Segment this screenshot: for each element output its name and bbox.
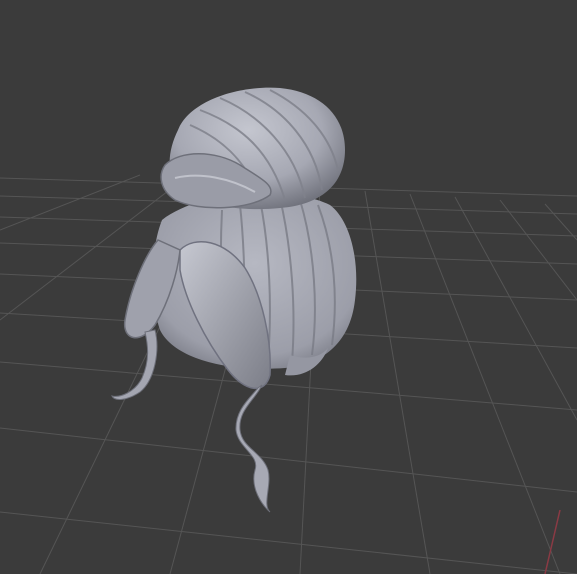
hair-bun-model[interactable] [111, 87, 357, 513]
3d-viewport[interactable] [0, 0, 577, 574]
hair-curl-right [235, 384, 271, 513]
viewport-canvas[interactable] [0, 0, 577, 574]
hair-curl-left [111, 329, 158, 400]
